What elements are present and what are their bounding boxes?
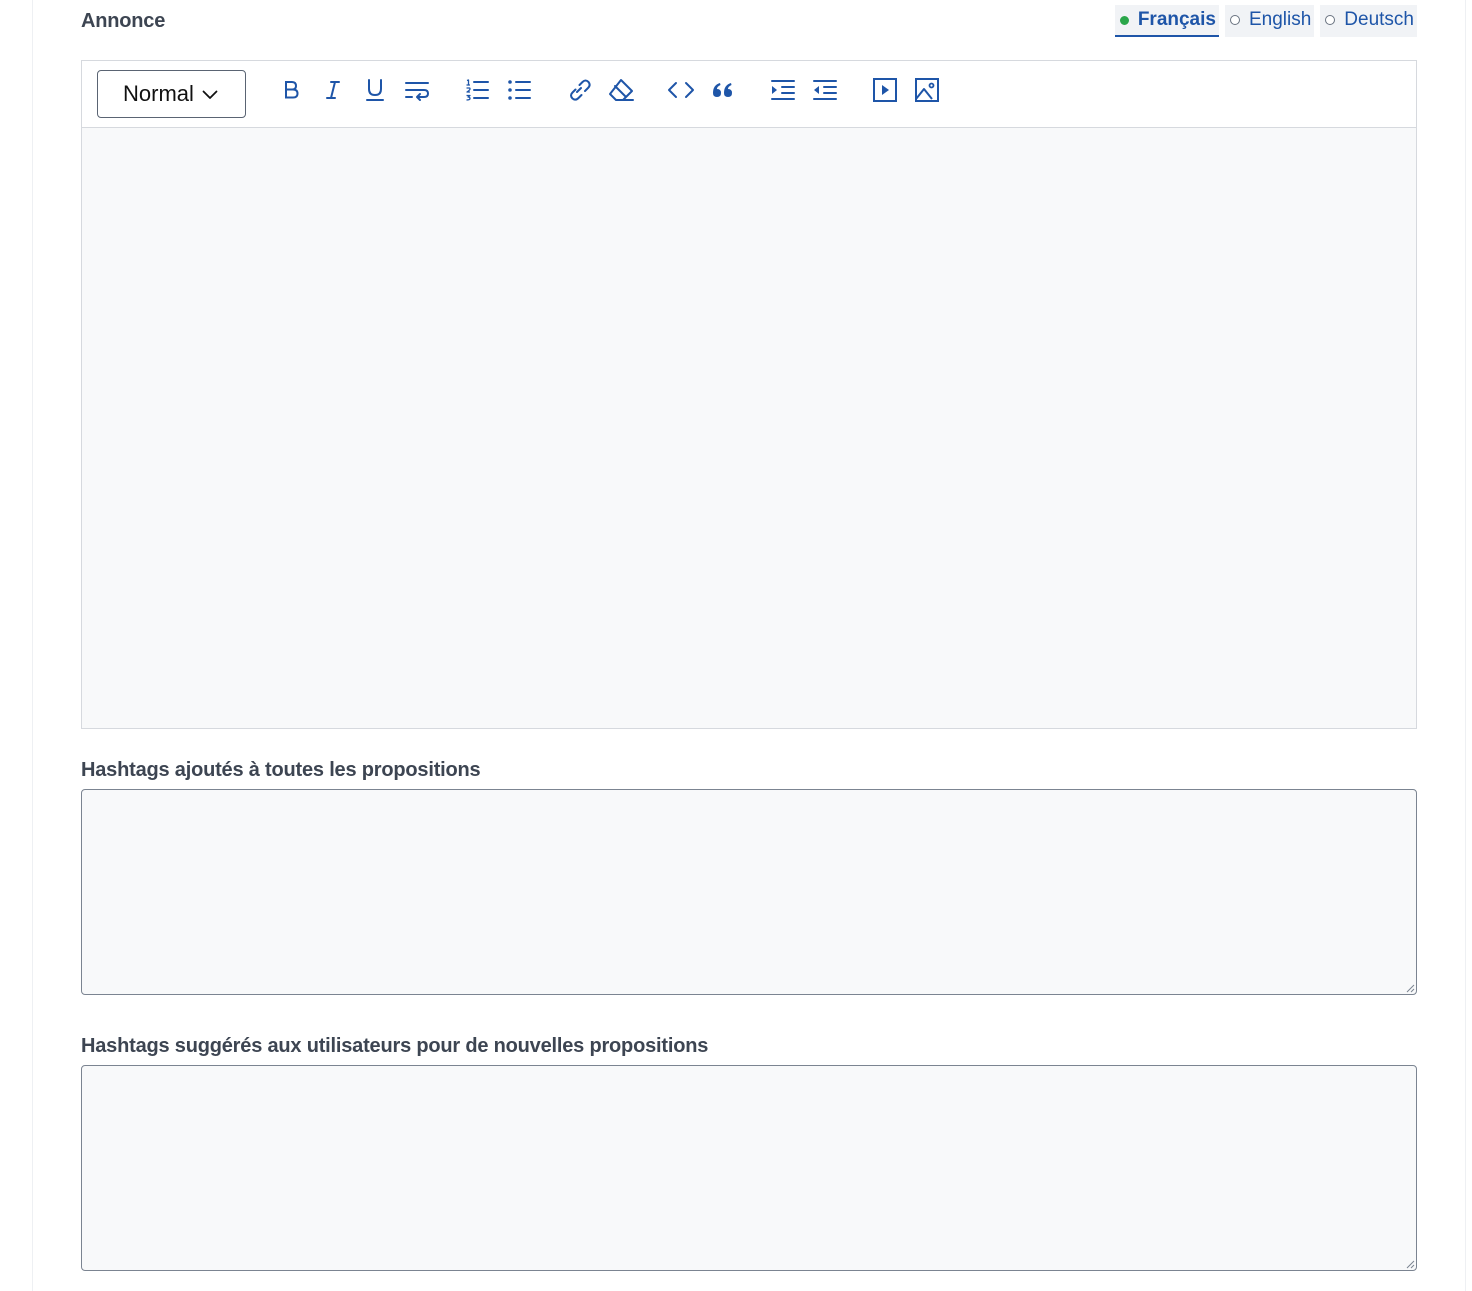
heading-level-value: Normal xyxy=(123,81,194,106)
resize-grip-icon[interactable] xyxy=(1405,1259,1415,1269)
clear-formatting-button[interactable] xyxy=(603,72,639,108)
bullet-list-button[interactable] xyxy=(501,72,537,108)
video-icon xyxy=(873,78,897,102)
chevron-down-icon xyxy=(202,90,218,99)
editor-toolbar: Normal xyxy=(82,61,1416,128)
tab-language-de-label: Deutsch xyxy=(1344,9,1414,30)
blockquote-button[interactable] xyxy=(705,72,741,108)
tab-language-en-label: English xyxy=(1248,9,1312,30)
announcement-editor: Normal xyxy=(81,60,1417,729)
bold-button[interactable] xyxy=(273,72,309,108)
suggested-hashtags-textarea[interactable] xyxy=(81,1065,1417,1271)
indent-icon xyxy=(771,80,795,100)
ordered-list-icon xyxy=(466,79,489,101)
ordered-list-button[interactable] xyxy=(459,72,495,108)
tab-language-en[interactable]: English xyxy=(1224,5,1315,37)
image-button[interactable] xyxy=(909,72,945,108)
link-icon xyxy=(570,79,591,101)
underline-icon xyxy=(366,79,384,101)
italic-icon xyxy=(326,81,340,99)
language-status-empty-icon xyxy=(1325,15,1336,25)
language-status-empty-icon xyxy=(1229,15,1240,25)
tab-language-fr-label: Français xyxy=(1137,9,1216,30)
bold-icon xyxy=(285,81,299,99)
automatic-hashtags-textarea[interactable] xyxy=(81,789,1417,995)
link-button[interactable] xyxy=(561,72,597,108)
tab-language-fr[interactable]: Français xyxy=(1114,5,1219,37)
page: Annonce Français English Deutsch Normal xyxy=(0,0,1472,1291)
image-icon xyxy=(915,78,939,102)
automatic-hashtags-label: Hashtags ajoutés à toutes les propositio… xyxy=(81,759,481,781)
outdent-icon xyxy=(813,80,837,100)
bullet-list-icon xyxy=(508,80,531,100)
heading-level-select[interactable]: Normal xyxy=(97,70,246,118)
announcement-label: Annonce xyxy=(81,10,166,32)
tab-language-de[interactable]: Deutsch xyxy=(1320,5,1417,37)
language-status-filled-icon xyxy=(1119,15,1129,25)
outdent-button[interactable] xyxy=(807,72,843,108)
clear-formatting-icon xyxy=(609,79,634,101)
hard-break-button[interactable] xyxy=(399,72,435,108)
underline-button[interactable] xyxy=(357,72,393,108)
suggested-hashtags-label: Hashtags suggérés aux utilisateurs pour … xyxy=(81,1035,709,1057)
video-button[interactable] xyxy=(867,72,903,108)
blockquote-icon xyxy=(713,83,732,97)
editor-content-area[interactable] xyxy=(82,128,1416,728)
code-block-icon xyxy=(668,82,694,98)
indent-button[interactable] xyxy=(765,72,801,108)
code-block-button[interactable] xyxy=(663,72,699,108)
language-tabs: Français English Deutsch xyxy=(1114,5,1417,37)
resize-grip-icon[interactable] xyxy=(1405,983,1415,993)
italic-button[interactable] xyxy=(315,72,351,108)
hard-break-icon xyxy=(405,82,429,101)
